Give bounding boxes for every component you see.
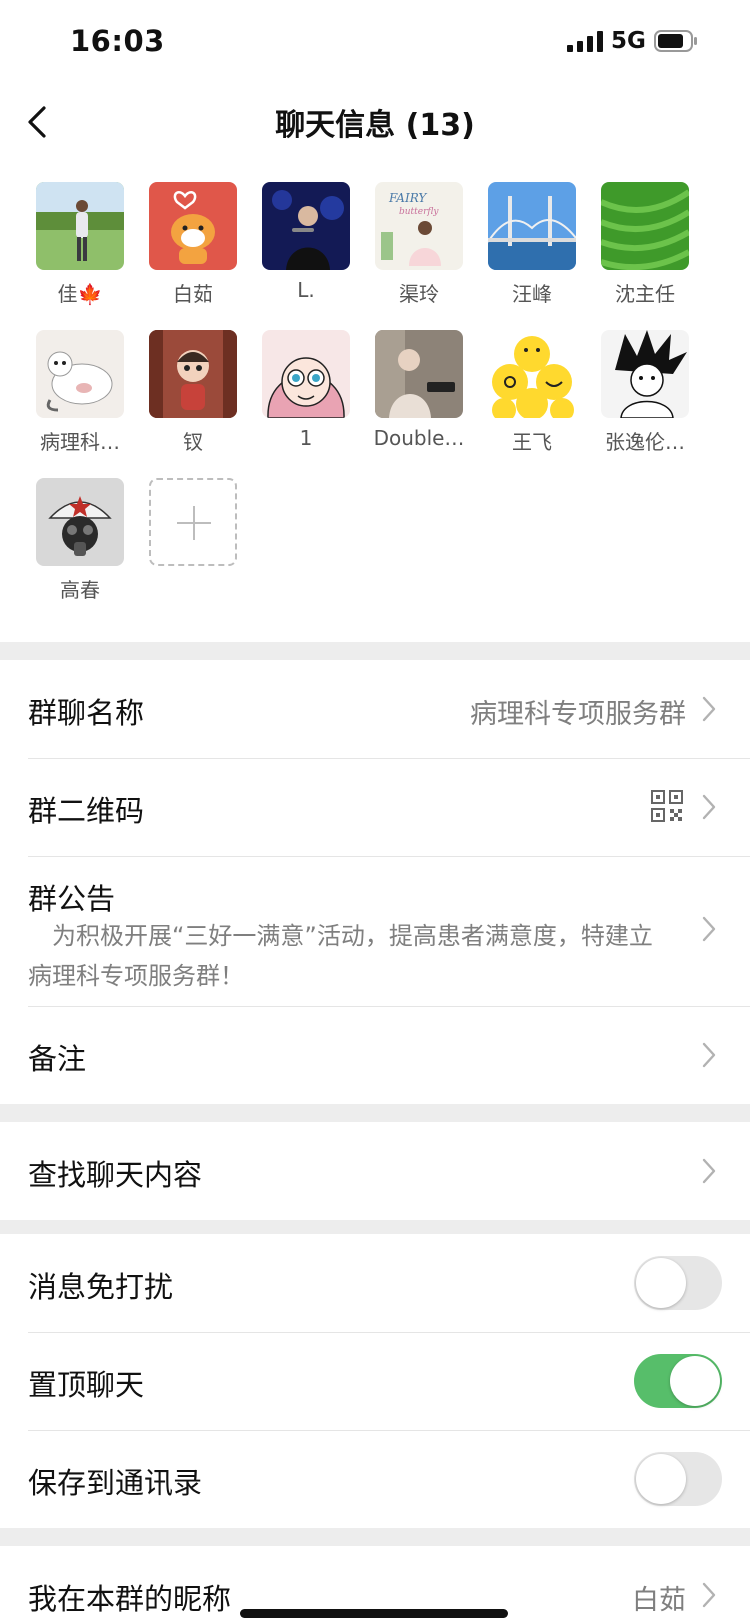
search-section: 查找聊天内容 xyxy=(0,1122,750,1220)
remark-label: 备注 xyxy=(28,1042,87,1076)
avatar xyxy=(36,478,124,566)
mute-toggle[interactable] xyxy=(634,1256,722,1310)
pin-chat-row: 置顶聊天 xyxy=(0,1332,750,1430)
plus-icon xyxy=(149,478,237,566)
avatar xyxy=(488,182,576,270)
member-name: 高春 xyxy=(60,578,100,602)
member-item[interactable]: 张逸伦… xyxy=(587,330,703,455)
member-name: 渠玲 xyxy=(399,282,439,306)
search-chat-row[interactable]: 查找聊天内容 xyxy=(0,1122,750,1220)
member-name: 沈主任 xyxy=(615,282,675,306)
avatar: FAIRY butterfly xyxy=(375,182,463,270)
nav-bar: 聊天信息 (13) xyxy=(0,82,750,162)
home-indicator[interactable] xyxy=(240,1609,508,1618)
member-item[interactable]: 高春 xyxy=(22,478,138,603)
page-title: 聊天信息 (13) xyxy=(275,108,475,143)
toggle-knob xyxy=(636,1454,686,1504)
chevron-right-icon xyxy=(702,1042,716,1068)
chat-info-screen: 16:03 5G 聊天信息 (13) 佳🍁 白茹 L. FAIRY butter… xyxy=(0,0,750,1623)
my-nickname-label: 我在本群的昵称 xyxy=(28,1582,232,1616)
group-notice-label: 群公告 xyxy=(28,882,116,916)
svg-text:butterfly: butterfly xyxy=(399,207,439,217)
group-settings-section: 群聊名称 病理科专项服务群 群二维码 群公告 为积极开展“三好一满意”活动，提高… xyxy=(0,660,750,1104)
save-contacts-toggle[interactable] xyxy=(634,1452,722,1506)
avatar xyxy=(262,330,350,418)
group-name-label: 群聊名称 xyxy=(28,696,145,730)
member-item[interactable]: 汪峰 xyxy=(474,182,590,307)
avatar xyxy=(149,330,237,418)
status-time: 16:03 xyxy=(70,24,165,58)
chevron-right-icon xyxy=(702,1158,716,1184)
member-name: 佳🍁 xyxy=(57,282,103,306)
group-notice-text: 为积极开展“三好一满意”活动，提高患者满意度，特建立病理科专项服务群！ xyxy=(28,916,674,996)
avatar xyxy=(149,182,237,270)
group-notice-content: 为积极开展“三好一满意”活动，提高患者满意度，特建立病理科专项服务群！ xyxy=(28,922,653,990)
my-nickname-value: 白茹 xyxy=(632,1585,686,1616)
pin-chat-label: 置顶聊天 xyxy=(28,1368,145,1402)
member-name: 1 xyxy=(299,426,313,450)
member-name: L. xyxy=(297,278,315,302)
member-name: 汪峰 xyxy=(512,282,552,306)
network-type: 5G xyxy=(611,28,646,54)
member-name: 张逸伦… xyxy=(605,430,685,454)
group-qr-row[interactable]: 群二维码 xyxy=(0,758,750,856)
mute-row: 消息免打扰 xyxy=(0,1234,750,1332)
chevron-right-icon xyxy=(702,916,716,942)
toggle-knob xyxy=(670,1356,720,1406)
search-chat-label: 查找聊天内容 xyxy=(28,1158,203,1192)
chevron-right-icon xyxy=(702,794,716,820)
mute-label: 消息免打扰 xyxy=(28,1270,174,1304)
group-qr-label: 群二维码 xyxy=(28,794,145,828)
remark-row[interactable]: 备注 xyxy=(0,1006,750,1104)
save-contacts-label: 保存到通讯录 xyxy=(28,1466,203,1500)
avatar xyxy=(601,182,689,270)
member-name: 病理科… xyxy=(40,430,120,454)
toggle-knob xyxy=(636,1258,686,1308)
add-member-button[interactable] xyxy=(135,478,251,566)
avatar xyxy=(601,330,689,418)
member-item[interactable]: 佳🍁 xyxy=(22,182,138,307)
group-notice-row[interactable]: 群公告 为积极开展“三好一满意”活动，提高患者满意度，特建立病理科专项服务群！ xyxy=(0,856,750,1006)
avatar xyxy=(488,330,576,418)
avatar xyxy=(375,330,463,418)
pin-chat-toggle[interactable] xyxy=(634,1354,722,1408)
member-name: 王飞 xyxy=(512,430,552,454)
avatar xyxy=(262,182,350,270)
member-item[interactable]: 白茹 xyxy=(135,182,251,307)
status-bar: 16:03 5G xyxy=(0,0,750,82)
member-item[interactable]: 病理科… xyxy=(22,330,138,455)
member-name: 白茹 xyxy=(173,282,213,306)
member-name: Double… xyxy=(373,426,465,450)
group-name-row[interactable]: 群聊名称 病理科专项服务群 xyxy=(0,660,750,758)
svg-text:FAIRY: FAIRY xyxy=(388,191,427,205)
member-grid: 佳🍁 白茹 L. FAIRY butterfly 渠玲 汪峰 沈主任 病理科… … xyxy=(0,162,750,642)
member-item[interactable]: 王飞 xyxy=(474,330,590,455)
signal-icon xyxy=(567,31,603,52)
member-item[interactable]: 沈主任 xyxy=(587,182,703,307)
qr-code-icon xyxy=(651,790,683,822)
avatar xyxy=(36,182,124,270)
chevron-right-icon xyxy=(702,696,716,722)
member-item[interactable]: L. xyxy=(248,182,364,302)
toggle-section: 消息免打扰 置顶聊天 保存到通讯录 xyxy=(0,1234,750,1528)
member-item[interactable]: 钗 xyxy=(135,330,251,455)
member-item[interactable]: FAIRY butterfly 渠玲 xyxy=(361,182,477,307)
avatar xyxy=(36,330,124,418)
save-contacts-row: 保存到通讯录 xyxy=(0,1430,750,1528)
chevron-right-icon xyxy=(702,1582,716,1608)
member-item[interactable]: 1 xyxy=(248,330,364,450)
group-name-value: 病理科专项服务群 xyxy=(470,699,686,730)
member-name: 钗 xyxy=(183,430,203,454)
member-item[interactable]: Double… xyxy=(361,330,477,450)
battery-icon xyxy=(654,30,697,52)
